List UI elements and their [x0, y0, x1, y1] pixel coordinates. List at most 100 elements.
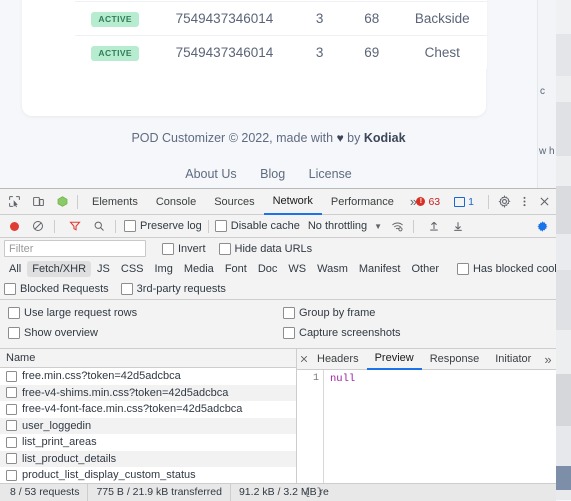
footer-link-about-us[interactable]: About Us [185, 167, 236, 181]
third-party-requests-checkbox[interactable]: 3rd-party requests [120, 283, 226, 295]
cell-area: Chest [424, 45, 460, 60]
footer-links: About Us Blog License [0, 167, 537, 181]
checkbox-box [283, 307, 295, 319]
import-har-icon[interactable] [424, 216, 444, 236]
tab-sources[interactable]: Sources [205, 190, 263, 214]
footer-link-blog[interactable]: Blog [260, 167, 285, 181]
chevron-down-icon[interactable]: ▼ [374, 222, 382, 231]
table-row[interactable]: ACTIVE 7549437346014 3 68 Backside [75, 1, 487, 36]
type-chip-css[interactable]: CSS [116, 261, 149, 277]
gear-icon[interactable] [494, 192, 514, 212]
export-har-icon[interactable] [448, 216, 468, 236]
show-overview-checkbox[interactable]: Show overview [8, 327, 98, 339]
line-number-gutter: 1 [297, 370, 324, 501]
settings-column-left: Use large request rows Show overview [8, 303, 137, 343]
request-name: list_print_areas [22, 436, 97, 449]
preserve-log-checkbox[interactable]: Preserve log [124, 220, 202, 232]
brand-name: Kodiak [363, 131, 406, 145]
pretty-print-button[interactable]: { } [296, 487, 556, 499]
list-item[interactable]: free-v4-font-face.min.css?token=42d5adcb… [0, 401, 296, 418]
throttling-select[interactable]: No throttling [308, 220, 367, 232]
type-chip-font[interactable]: Font [220, 261, 252, 277]
tab-response[interactable]: Response [422, 350, 488, 369]
has-blocked-cookies-checkbox[interactable]: Has blocked cookies [456, 263, 556, 275]
checkbox-box [283, 327, 295, 339]
search-icon[interactable] [89, 216, 109, 236]
type-chip-wasm[interactable]: Wasm [312, 261, 353, 277]
error-count-badge[interactable]: ! 63 [411, 195, 445, 209]
background-window-sliver [555, 0, 571, 500]
tab-headers[interactable]: Headers [309, 350, 367, 369]
more-options-icon[interactable] [514, 192, 534, 212]
list-item[interactable]: list_print_areas [0, 434, 296, 451]
request-name: list_product_details [22, 452, 117, 465]
message-count-badge[interactable]: 1 [449, 195, 479, 209]
type-chip-all[interactable]: All [4, 261, 26, 277]
network-conditions-icon[interactable] [387, 216, 407, 236]
filter-icon[interactable] [65, 216, 85, 236]
list-item[interactable]: product_list_display_custom_status [0, 467, 296, 484]
type-chip-img[interactable]: Img [150, 261, 178, 277]
settings-column-right: Group by frame Capture screenshots [283, 303, 401, 343]
devtools-tabbar-right: ! 63 1 [411, 192, 554, 212]
capture-screenshots-checkbox[interactable]: Capture screenshots [283, 327, 401, 339]
clear-button[interactable] [28, 216, 48, 236]
checkbox-box [8, 327, 20, 339]
status-requests: 8 / 53 requests [0, 484, 89, 501]
type-chip-doc[interactable]: Doc [253, 261, 283, 277]
type-chip-media[interactable]: Media [179, 261, 219, 277]
disable-cache-checkbox[interactable]: Disable cache [214, 220, 300, 232]
cell-sku: 7549437346014 [175, 45, 274, 60]
tab-console[interactable]: Console [147, 190, 205, 214]
type-chip-other[interactable]: Other [406, 261, 444, 277]
tab-network[interactable]: Network [263, 189, 322, 215]
bg-band [556, 234, 571, 270]
type-chip-manifest[interactable]: Manifest [354, 261, 406, 277]
filter-input[interactable] [4, 240, 146, 257]
tab-initiator[interactable]: Initiator [487, 350, 539, 369]
bg-band [556, 270, 571, 330]
nodejs-icon[interactable] [52, 192, 72, 212]
third-party-requests-label: 3rd-party requests [136, 283, 226, 295]
request-name: free-v4-shims.min.css?token=42d5adcbca [22, 386, 229, 399]
type-chip-fetch-xhr[interactable]: Fetch/XHR [27, 261, 92, 277]
type-chip-ws[interactable]: WS [283, 261, 311, 277]
list-item[interactable]: user_loggedin [0, 417, 296, 434]
list-item[interactable]: list_product_details [0, 450, 296, 467]
network-settings-gear-icon[interactable] [532, 216, 552, 236]
record-button[interactable] [4, 216, 24, 236]
hide-data-urls-checkbox[interactable]: Hide data URLs [218, 242, 312, 255]
request-list-header[interactable]: Name [0, 349, 296, 368]
preview-content: null [330, 373, 356, 385]
type-chip-js[interactable]: JS [92, 261, 115, 277]
page-right-edge-strip: c w h [537, 0, 556, 188]
device-toolbar-icon[interactable] [28, 192, 48, 212]
bg-band [556, 156, 571, 186]
close-icon[interactable] [534, 192, 554, 212]
invert-checkbox[interactable]: Invert [162, 242, 206, 255]
request-name: user_loggedin [22, 419, 92, 432]
request-checkbox-icon [6, 469, 17, 481]
close-detail-icon[interactable] [299, 349, 309, 369]
tab-preview[interactable]: Preview [366, 349, 422, 370]
more-detail-tabs-icon[interactable]: » [539, 352, 556, 367]
list-item[interactable]: free.min.css?token=42d5adcbca [0, 368, 296, 385]
disable-cache-label: Disable cache [230, 220, 300, 232]
status-badge: ACTIVE [91, 12, 139, 27]
tab-performance[interactable]: Performance [322, 190, 403, 214]
inspect-element-icon[interactable] [4, 192, 24, 212]
group-by-frame-checkbox[interactable]: Group by frame [283, 307, 375, 319]
request-name: free-v4-font-face.min.css?token=42d5adcb… [22, 403, 243, 416]
tab-elements[interactable]: Elements [83, 190, 147, 214]
use-large-rows-checkbox[interactable]: Use large request rows [8, 307, 137, 319]
request-checkbox-icon [6, 436, 17, 448]
table-row[interactable]: ACTIVE 7549437346014 3 69 Chest [75, 36, 487, 70]
preserve-log-label: Preserve log [140, 220, 202, 232]
blocked-requests-checkbox[interactable]: Blocked Requests [4, 283, 109, 295]
cell-number: 68 [345, 1, 398, 36]
use-large-rows-label: Use large request rows [24, 307, 138, 319]
settings-row: Group by frame [283, 303, 401, 323]
footer-link-license[interactable]: License [309, 167, 352, 181]
list-item[interactable]: free-v4-shims.min.css?token=42d5adcbca [0, 384, 296, 401]
edge-text-fragment: w h [539, 146, 555, 157]
